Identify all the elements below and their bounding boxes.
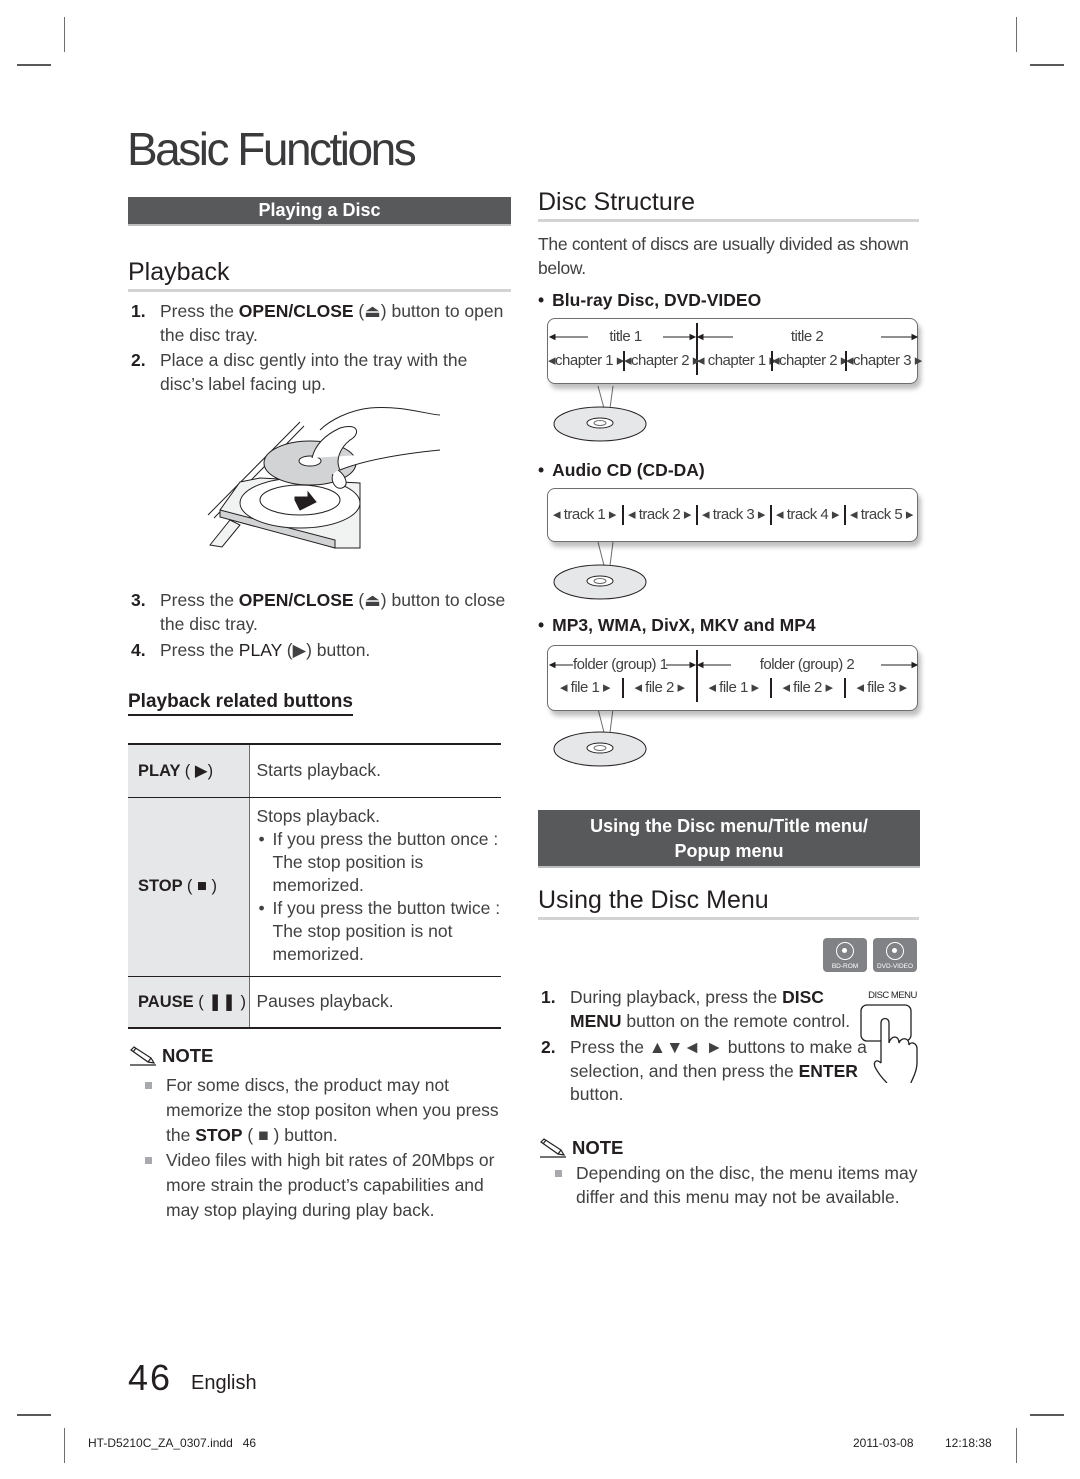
file-segment: ◂ file 3 ▸ xyxy=(856,679,907,696)
disc-tray-illustration xyxy=(207,406,441,549)
table-row: STOP ( ■ ) Stops playback. If you press … xyxy=(128,797,502,977)
note-label: NOTE xyxy=(162,1045,214,1066)
footer-time: 12:18:38 xyxy=(945,1436,992,1450)
diagram-audio-cd: ◂ track 1 ▸ ◂ track 2 ▸ ◂ track 3 ▸ ◂ tr… xyxy=(540,488,925,603)
footer-filename: HT-D5210C_ZA_0307.indd 46 xyxy=(88,1436,257,1450)
button-desc-cell: Starts playback. xyxy=(249,743,501,798)
heading-disc-structure: Disc Structure xyxy=(538,188,919,222)
hand-pressing-button-icon xyxy=(860,1004,918,1084)
chapter-segment: ◂chapter 1 ▸ xyxy=(548,352,624,369)
chapter-segment: ◂ chapter 1 ▸ xyxy=(697,352,777,369)
note-item: For some discs, the product may not memo… xyxy=(128,1073,518,1148)
pencil-note-icon xyxy=(130,1046,156,1066)
crop-mark xyxy=(1030,64,1064,66)
heading-using-disc-menu: Using the Disc Menu xyxy=(538,886,919,920)
crop-mark xyxy=(1016,1428,1017,1463)
track-segment: ◂ track 4 ▸ xyxy=(776,506,839,523)
step-item: 2. Press the ▲▼◄ ► buttons to make a sele… xyxy=(541,1037,867,1104)
diagram-bluray-dvd: title 1 title 2 ◂chapter 1 ▸ ◂chapter 2 … xyxy=(540,318,925,448)
chapter-segment: ◂chapter 2 ▸ xyxy=(624,352,700,369)
table-row: PLAY ( ▶) Starts playback. xyxy=(128,743,501,798)
heading-playback: Playback xyxy=(128,258,511,292)
disc-menu-steps: 1. During playback, press the DISC MENU b… xyxy=(538,986,868,1107)
button-name-cell: PAUSE ( ❚❚ ) xyxy=(128,976,250,1029)
disc-icon xyxy=(553,708,647,767)
step-item: 4. Press the PLAY (▶) button. xyxy=(131,640,371,660)
button-desc-cell: Stops playback. If you press the button … xyxy=(249,797,502,977)
button-name-cell: PLAY ( ▶) xyxy=(128,743,250,798)
folder-segment: folder (group) 2 xyxy=(759,656,855,673)
crop-mark xyxy=(17,64,51,66)
chapter-segment: ◂chapter 3 ▸ xyxy=(846,352,922,369)
step-item: 1. During playback, press the DISC MENU b… xyxy=(541,987,851,1031)
step-item: 3. Press the OPEN/CLOSE (⏏) button to clo… xyxy=(131,590,506,634)
file-segment: ◂ file 2 ▸ xyxy=(634,679,685,696)
button-desc-cell: Pauses playback. xyxy=(249,976,501,1029)
crop-mark xyxy=(1016,17,1017,52)
track-segment: ◂ track 5 ▸ xyxy=(850,506,913,523)
title-segment: title 2 xyxy=(790,328,824,345)
note-item: Depending on the disc, the menu items ma… xyxy=(538,1161,928,1209)
disc-type-label: Audio CD (CD-DA) xyxy=(538,460,705,481)
footer-date: 2011-03-08 xyxy=(853,1436,914,1450)
disc-type-label: MP3, WMA, DivX, MKV and MP4 xyxy=(538,615,816,636)
diagram-mp3-files: folder (group) 1 folder (group) 2 ◂ file… xyxy=(540,645,925,770)
bd-rom-icon: BD-ROM xyxy=(823,938,867,972)
bullet-item: If you press the button once : The stop … xyxy=(257,828,502,897)
chapter-segment: ◂chapter 2 ▸ xyxy=(772,352,848,369)
disc-type-label: Blu-ray Disc, DVD-VIDEO xyxy=(538,290,761,311)
playback-buttons-table: PLAY ( ▶) Starts playback. STOP ( ■ ) St… xyxy=(128,743,501,1029)
disc-menu-label: DISC MENU xyxy=(868,990,917,1001)
track-segment: ◂ track 1 ▸ xyxy=(553,506,616,523)
playback-steps-1-2: 1. Press the OPEN/CLOSE (⏏) button to ope… xyxy=(128,300,513,398)
remote-disc-menu-illustration: DISC MENU xyxy=(855,990,930,1085)
crop-mark xyxy=(64,17,65,52)
playback-steps-3-4: 3. Press the OPEN/CLOSE (⏏) button to clo… xyxy=(128,589,513,663)
file-segment: ◂ file 1 ▸ xyxy=(708,679,759,696)
track-segment: ◂ track 2 ▸ xyxy=(628,506,691,523)
step-item: 1. Press the OPEN/CLOSE (⏏) button to ope… xyxy=(131,301,504,345)
button-name-cell: STOP ( ■ ) xyxy=(128,797,250,977)
section-band-disc-menu: Using the Disc menu/Title menu/ Popup me… xyxy=(538,810,920,868)
step-item: 2. Place a disc gently into the tray with… xyxy=(131,350,468,394)
bullet-item: If you press the button twice : The stop… xyxy=(257,897,502,966)
supported-disc-icons: BD-ROM DVD-VIDEO xyxy=(823,938,917,972)
disc-structure-intro: The content of discs are usually divided… xyxy=(538,234,909,278)
note-playback: NOTE For some discs, the product may not… xyxy=(128,1045,518,1223)
dvd-video-icon: DVD-VIDEO xyxy=(873,938,917,972)
crop-mark xyxy=(1030,1414,1064,1416)
note-item: Video files with high bit rates of 20Mbp… xyxy=(128,1148,518,1223)
crop-mark xyxy=(17,1414,51,1416)
page-language: English xyxy=(191,1372,257,1394)
subheading-playback-buttons: Playback related buttons xyxy=(128,691,353,716)
section-band-playing-a-disc: Playing a Disc xyxy=(128,197,511,226)
crop-mark xyxy=(64,1428,65,1463)
track-segment: ◂ track 3 ▸ xyxy=(702,506,765,523)
pencil-note-icon xyxy=(540,1138,566,1158)
file-segment: ◂ file 2 ▸ xyxy=(782,679,833,696)
note-label: NOTE xyxy=(572,1137,624,1158)
disc-icon xyxy=(553,541,647,600)
table-row: PAUSE ( ❚❚ ) Pauses playback. xyxy=(128,976,501,1029)
page-number: 46 xyxy=(128,1357,173,1398)
disc-icon xyxy=(553,385,647,442)
file-segment: ◂ file 1 ▸ xyxy=(559,679,611,696)
note-disc-menu: NOTE Depending on the disc, the menu ite… xyxy=(538,1137,928,1209)
folder-segment: folder (group) 1 xyxy=(573,656,668,673)
title-segment: title 1 xyxy=(609,328,642,345)
page-title: Basic Functions xyxy=(127,123,417,175)
